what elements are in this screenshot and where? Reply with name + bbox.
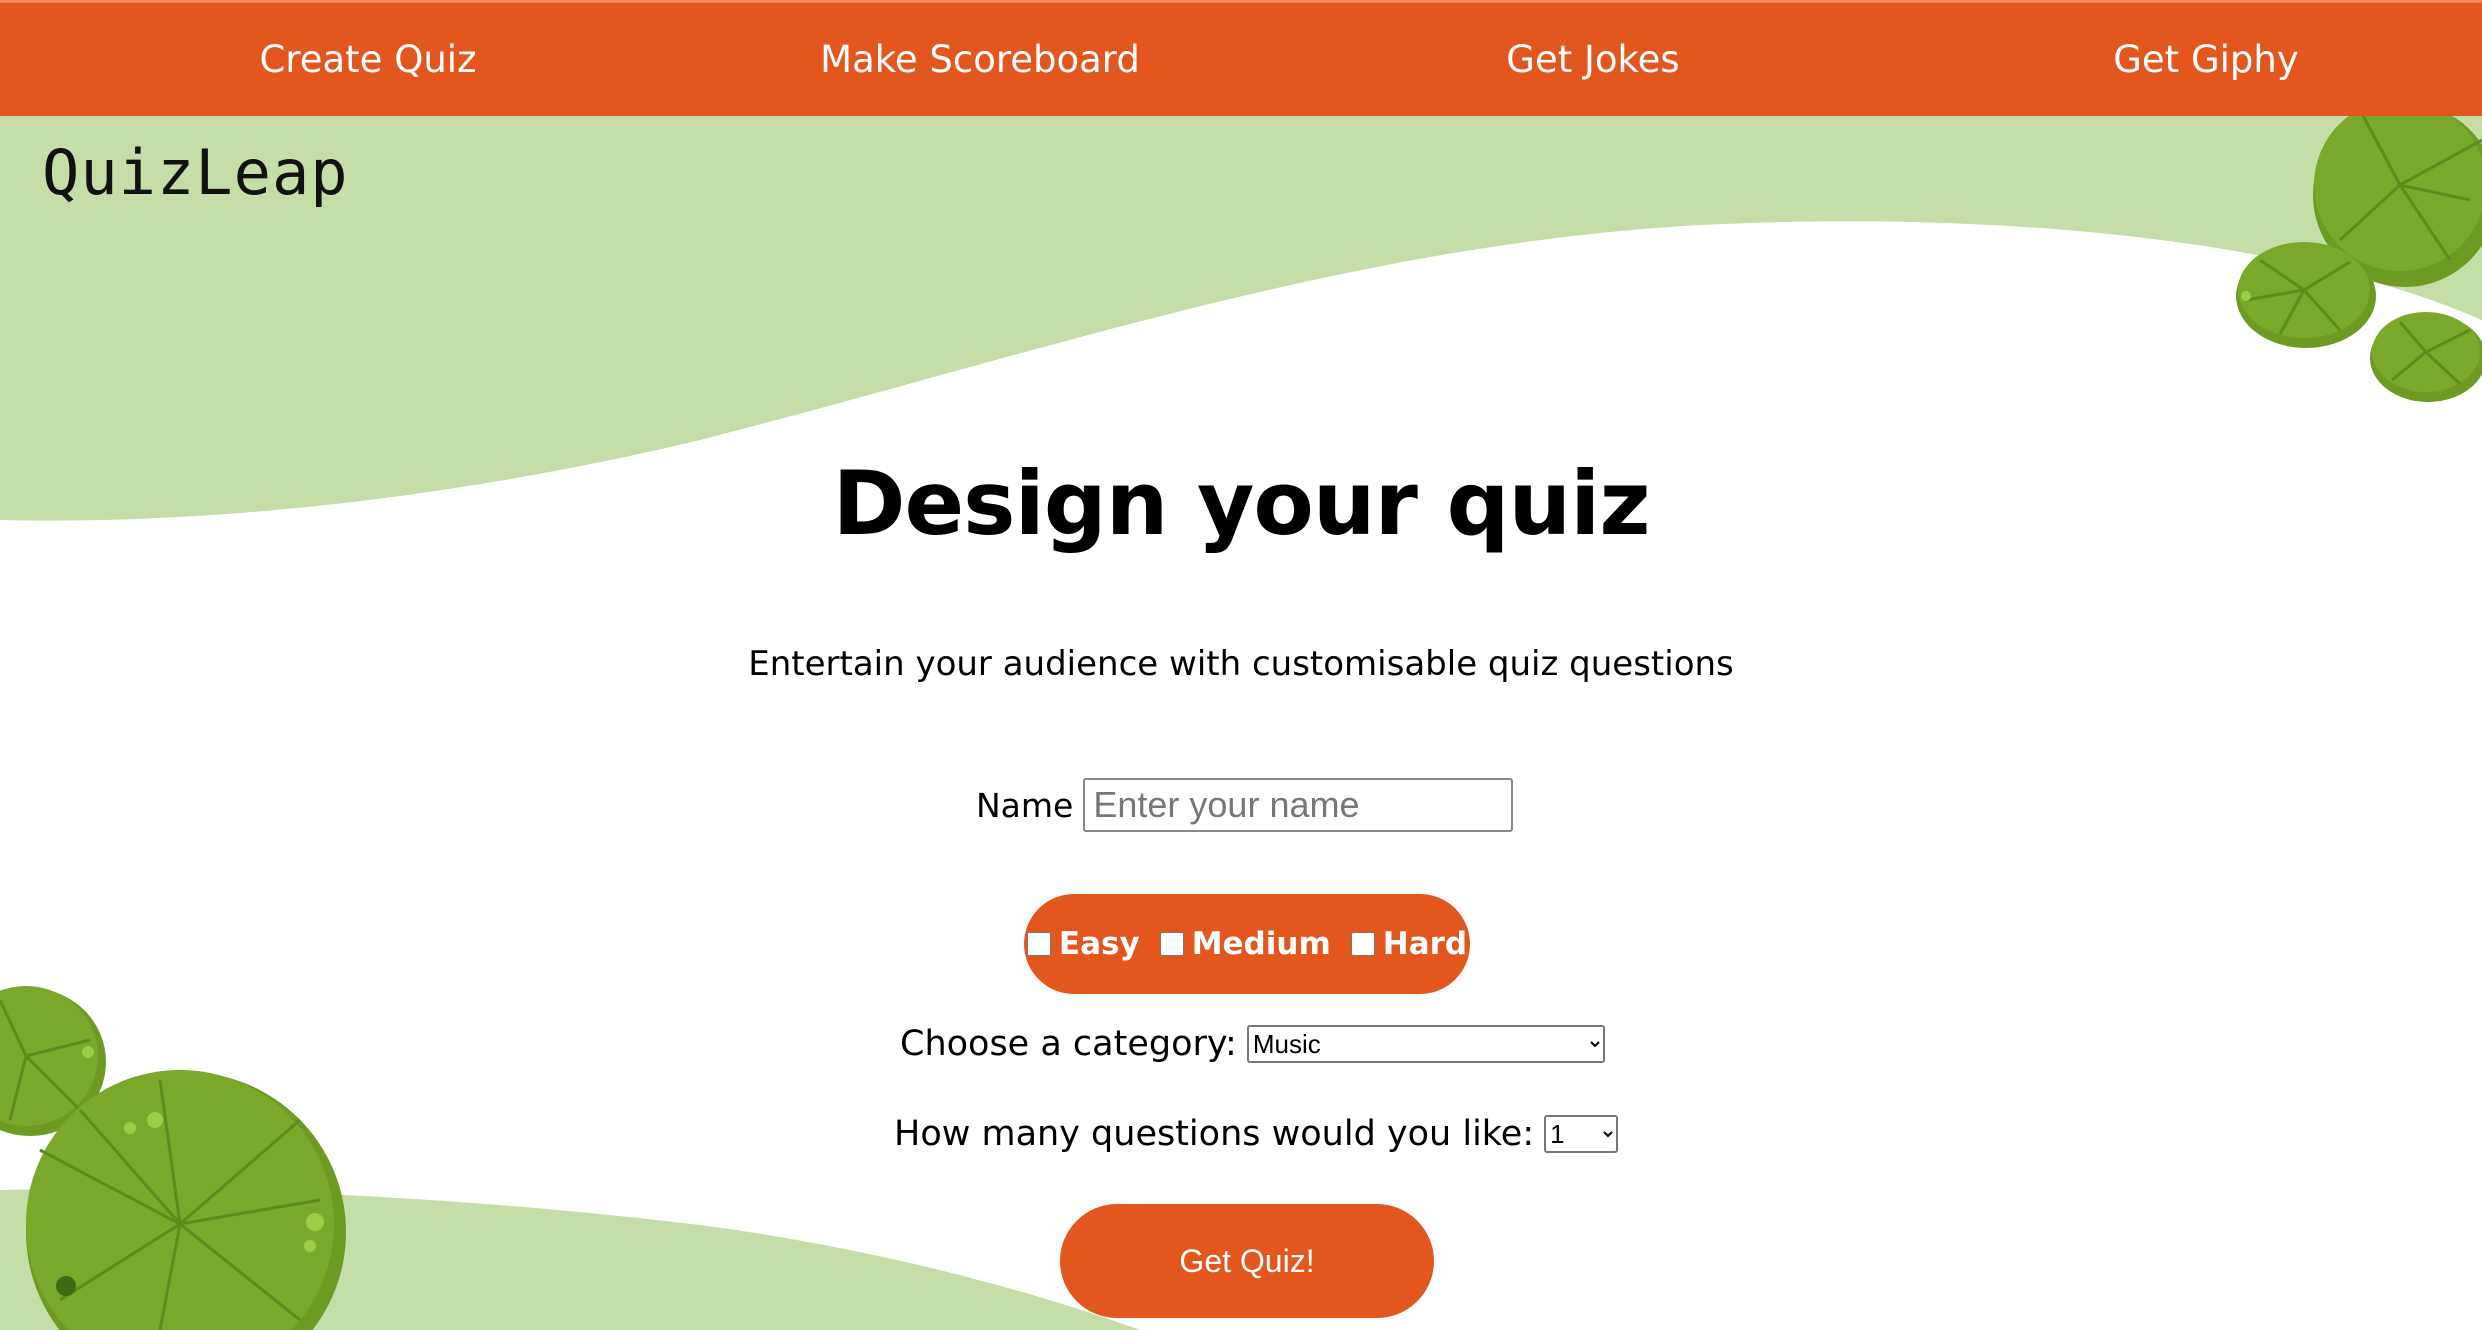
- easy-checkbox[interactable]: [1026, 932, 1051, 956]
- top-nav-bar: Create Quiz Make Scoreboard Get Jokes Ge…: [0, 0, 2482, 116]
- difficulty-option-hard[interactable]: Hard: [1350, 926, 1468, 962]
- medium-checkbox[interactable]: [1159, 932, 1184, 956]
- category-row: Choose a category: Music: [900, 1024, 1605, 1064]
- medium-label: Medium: [1191, 926, 1331, 962]
- difficulty-option-medium[interactable]: Medium: [1159, 926, 1331, 962]
- category-select[interactable]: Music: [1246, 1025, 1605, 1063]
- question-count-label: How many questions would you like:: [894, 1114, 1535, 1154]
- difficulty-option-easy[interactable]: Easy: [1026, 926, 1140, 962]
- lily-pad-icon: [2370, 312, 2482, 402]
- get-quiz-button[interactable]: Get Quiz!: [1060, 1204, 1434, 1318]
- question-count-row: How many questions would you like: 1: [894, 1114, 1619, 1154]
- nav-create-quiz-link[interactable]: Create Quiz: [260, 3, 477, 116]
- nav-get-giphy-link[interactable]: Get Giphy: [2113, 3, 2299, 116]
- page-subtitle: Entertain your audience with customisabl…: [748, 644, 1734, 684]
- easy-label: Easy: [1058, 926, 1140, 962]
- nav-get-jokes-link[interactable]: Get Jokes: [1506, 3, 1679, 116]
- quizleap-logo[interactable]: QuizLeap: [42, 136, 349, 209]
- category-label: Choose a category:: [900, 1024, 1237, 1064]
- hard-label: Hard: [1382, 926, 1468, 962]
- name-input[interactable]: [1083, 778, 1514, 832]
- name-field-row: Name: [976, 778, 1514, 832]
- question-count-select[interactable]: 1: [1544, 1115, 1619, 1153]
- name-label: Name: [976, 785, 1074, 825]
- hard-checkbox[interactable]: [1350, 932, 1375, 956]
- nav-make-scoreboard-link[interactable]: Make Scoreboard: [820, 3, 1140, 116]
- difficulty-selector: Easy Medium Hard: [1024, 894, 1470, 994]
- page-title: Design your quiz: [832, 452, 1650, 555]
